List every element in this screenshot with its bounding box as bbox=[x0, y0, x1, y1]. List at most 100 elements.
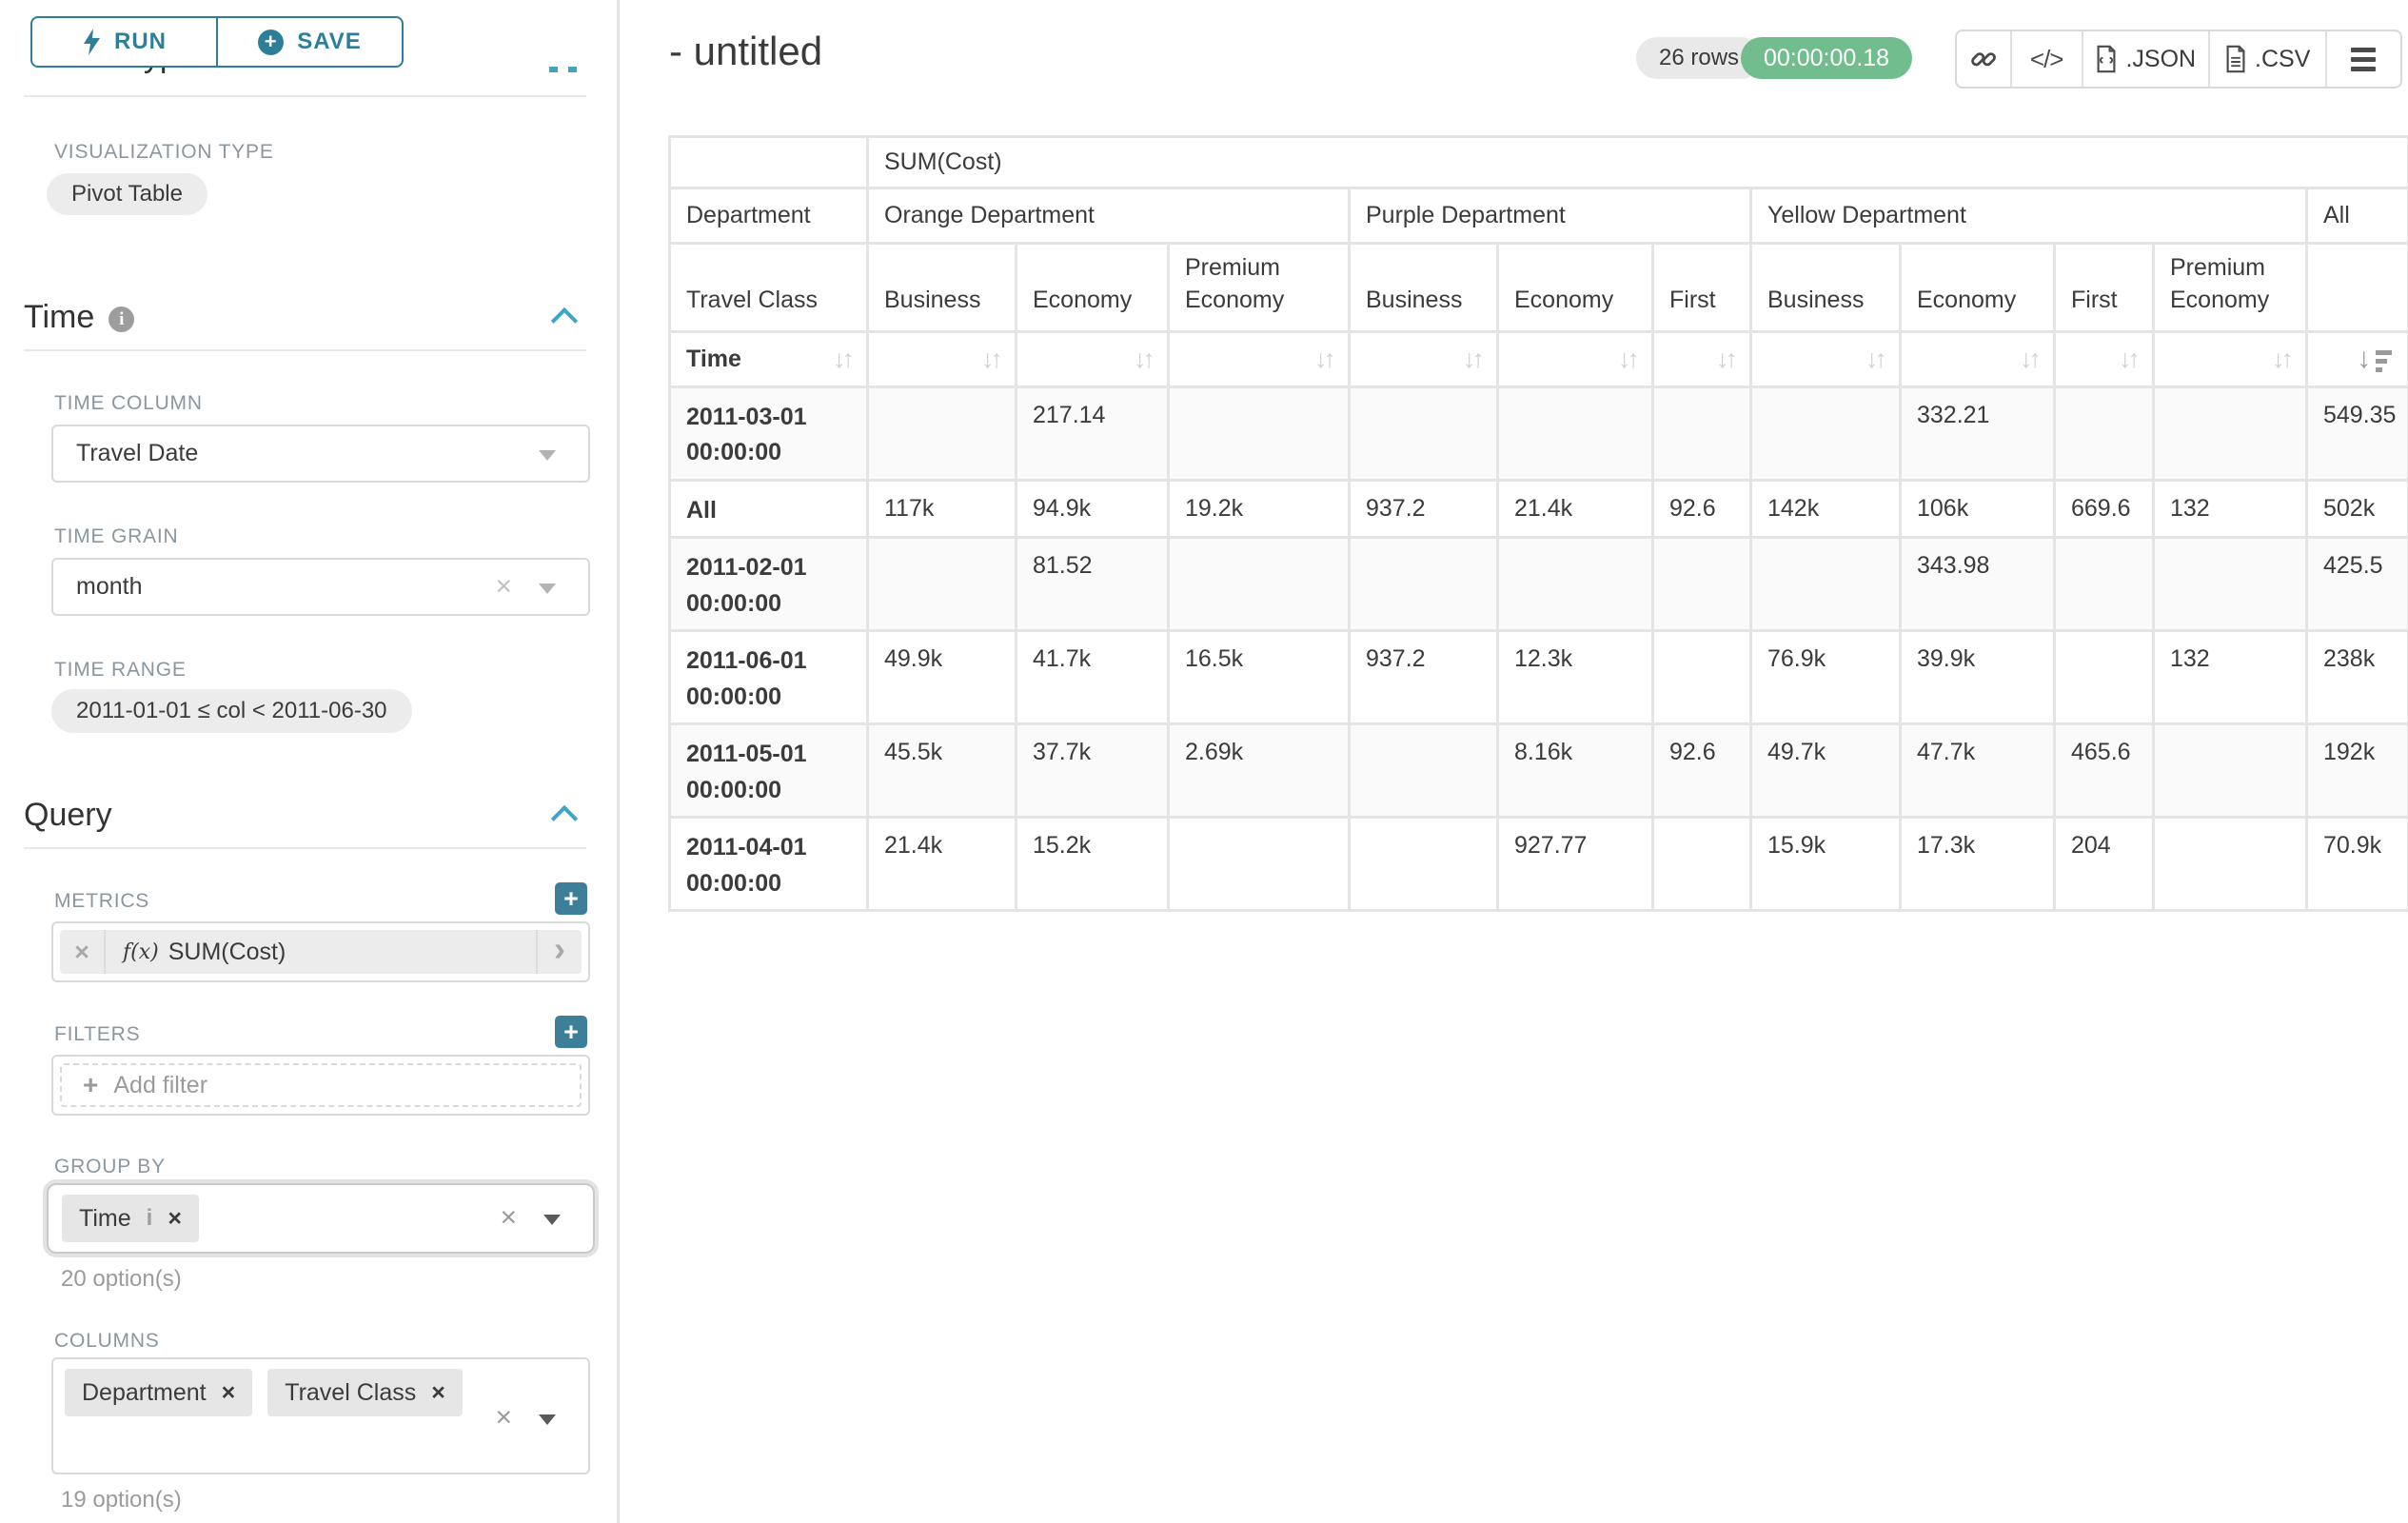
sort-arrows-icon[interactable]: ↓↑ bbox=[981, 346, 999, 372]
pivot-table-container: SUM(Cost)DepartmentOrange DepartmentPurp… bbox=[668, 135, 2408, 912]
remove-tag-icon[interactable]: × bbox=[222, 1379, 236, 1407]
info-icon[interactable]: i bbox=[147, 1205, 153, 1232]
sort-desc-icon[interactable]: ↓ bbox=[2357, 346, 2392, 372]
run-save-button-row: RUN + SAVE bbox=[30, 16, 404, 68]
info-circle-icon[interactable]: i bbox=[109, 307, 134, 332]
export-json-button[interactable]: .JSON bbox=[2082, 31, 2208, 87]
columns-tag-department[interactable]: Department × bbox=[65, 1369, 252, 1416]
pivot-cell: 81.52 bbox=[1016, 538, 1169, 631]
time-column-label: TIME COLUMN bbox=[54, 392, 203, 415]
time-range-pill[interactable]: 2011-01-01 ≤ col < 2011-06-30 bbox=[51, 689, 412, 733]
columns-tag-travel-class[interactable]: Travel Class × bbox=[267, 1369, 463, 1416]
pivot-row-label: All bbox=[670, 480, 868, 538]
add-filter-plus-button[interactable]: + bbox=[555, 1016, 587, 1048]
pivot-row-label: 2011-03-01 00:00:00 bbox=[670, 386, 868, 480]
viz-type-value: Pivot Table bbox=[71, 181, 183, 208]
pivot-cell: 76.9k bbox=[1751, 631, 1901, 724]
groupby-tag-label: Time bbox=[79, 1205, 131, 1233]
sort-arrows-icon[interactable]: ↓↑ bbox=[1618, 346, 1636, 372]
clear-icon[interactable]: × bbox=[500, 1203, 517, 1232]
groupby-options-note: 20 option(s) bbox=[61, 1266, 182, 1293]
pivot-cell: 332.21 bbox=[1901, 386, 2055, 480]
sort-arrows-icon[interactable]: ↓↑ bbox=[1463, 346, 1481, 372]
sort-arrows-icon[interactable]: ↓↑ bbox=[833, 346, 851, 372]
pivot-cell: 8.16k bbox=[1498, 724, 1653, 818]
remove-tag-icon[interactable]: × bbox=[168, 1205, 182, 1233]
pivot-sort-cell[interactable]: ↓↑ bbox=[1169, 331, 1350, 386]
pivot-group-header: Orange Department bbox=[868, 188, 1350, 244]
add-metric-button[interactable]: + bbox=[555, 882, 587, 915]
time-grain-select[interactable]: month × bbox=[51, 558, 590, 616]
sort-arrows-icon[interactable]: ↓↑ bbox=[2020, 346, 2038, 372]
more-options-button[interactable] bbox=[2325, 31, 2400, 87]
pivot-sort-cell[interactable]: ↓↑ bbox=[1653, 331, 1751, 386]
collapse-time-section-icon[interactable] bbox=[551, 307, 578, 334]
metric-pill[interactable]: × f(x) SUM(Cost) › bbox=[60, 930, 582, 974]
chevron-right-icon[interactable]: › bbox=[536, 930, 582, 974]
pivot-sort-cell-all[interactable]: ↓ bbox=[2307, 331, 2408, 386]
columns-select[interactable]: Department × Travel Class × × bbox=[51, 1357, 590, 1474]
time-column-value: Travel Date bbox=[76, 440, 198, 467]
save-button[interactable]: + SAVE bbox=[218, 16, 404, 68]
divider bbox=[24, 95, 586, 97]
pivot-cell: 937.2 bbox=[1350, 480, 1498, 538]
add-filter-button[interactable]: + Add filter bbox=[60, 1063, 582, 1107]
pivot-class-header: Economy bbox=[1016, 244, 1169, 332]
run-button[interactable]: RUN bbox=[30, 16, 218, 68]
groupby-select[interactable]: Time i × × bbox=[47, 1183, 595, 1254]
pivot-cell bbox=[2055, 538, 2154, 631]
view-query-button[interactable]: </> bbox=[2010, 31, 2082, 87]
pivot-time-sort-header[interactable]: Time ↓↑ bbox=[670, 331, 868, 386]
pivot-group-header: Yellow Department bbox=[1751, 188, 2307, 244]
pivot-cell bbox=[1350, 538, 1498, 631]
metric-label: f(x) SUM(Cost) bbox=[106, 930, 536, 974]
hamburger-icon bbox=[2351, 67, 2376, 71]
pivot-sort-cell[interactable]: ↓↑ bbox=[2055, 331, 2154, 386]
pivot-class-header: Economy bbox=[1498, 244, 1653, 332]
time-column-select[interactable]: Travel Date bbox=[51, 425, 590, 483]
pivot-sort-cell[interactable]: ↓↑ bbox=[1350, 331, 1498, 386]
clear-icon[interactable]: × bbox=[495, 572, 512, 601]
pivot-cell bbox=[2055, 386, 2154, 480]
pivot-cell: 21.4k bbox=[868, 818, 1016, 911]
sort-arrows-icon[interactable]: ↓↑ bbox=[2119, 346, 2137, 372]
pivot-sort-cell[interactable]: ↓↑ bbox=[868, 331, 1016, 386]
pivot-sort-cell[interactable]: ↓↑ bbox=[1016, 331, 1169, 386]
pivot-cell: 49.7k bbox=[1751, 724, 1901, 818]
time-section-title: Time bbox=[24, 299, 94, 336]
pivot-cell: 669.6 bbox=[2055, 480, 2154, 538]
groupby-tag-time[interactable]: Time i × bbox=[62, 1195, 199, 1242]
remove-metric-icon[interactable]: × bbox=[60, 930, 106, 974]
pivot-cell bbox=[2154, 818, 2307, 911]
code-icon: </> bbox=[2030, 45, 2063, 74]
viz-type-pill[interactable]: Pivot Table bbox=[47, 173, 207, 215]
file-csv-icon bbox=[2224, 45, 2247, 73]
pivot-cell bbox=[1653, 631, 1751, 724]
remove-tag-icon[interactable]: × bbox=[431, 1379, 445, 1407]
groupby-label: GROUP BY bbox=[54, 1156, 166, 1178]
chart-title[interactable]: - untitled bbox=[669, 29, 822, 74]
share-link-button[interactable] bbox=[1957, 31, 2010, 87]
pivot-sort-row-label: Time bbox=[686, 346, 741, 373]
pivot-cell: 17.3k bbox=[1901, 818, 2055, 911]
collapse-query-section-icon[interactable] bbox=[551, 805, 578, 832]
sort-arrows-icon[interactable]: ↓↑ bbox=[1865, 346, 1884, 372]
pivot-sort-cell[interactable]: ↓↑ bbox=[2154, 331, 2307, 386]
pivot-class-header: First bbox=[1653, 244, 1751, 332]
sort-arrows-icon[interactable]: ↓↑ bbox=[1716, 346, 1734, 372]
sort-arrows-icon[interactable]: ↓↑ bbox=[1134, 346, 1152, 372]
pivot-cell: 21.4k bbox=[1498, 480, 1653, 538]
caret-down-icon bbox=[539, 583, 556, 594]
sort-arrows-icon[interactable]: ↓↑ bbox=[1314, 346, 1332, 372]
save-button-label: SAVE bbox=[297, 29, 362, 55]
export-csv-button[interactable]: .CSV bbox=[2208, 31, 2325, 87]
pivot-class-header: Economy bbox=[1901, 244, 2055, 332]
panel-divider bbox=[617, 0, 620, 1523]
pivot-row: All117k94.9k19.2k937.221.4k92.6142k106k6… bbox=[670, 480, 2408, 538]
pivot-sort-cell[interactable]: ↓↑ bbox=[1498, 331, 1653, 386]
pivot-row-label: 2011-05-01 00:00:00 bbox=[670, 724, 868, 818]
sort-arrows-icon[interactable]: ↓↑ bbox=[2272, 346, 2290, 372]
pivot-sort-cell[interactable]: ↓↑ bbox=[1901, 331, 2055, 386]
clear-icon[interactable]: × bbox=[495, 1403, 512, 1432]
pivot-sort-cell[interactable]: ↓↑ bbox=[1751, 331, 1901, 386]
